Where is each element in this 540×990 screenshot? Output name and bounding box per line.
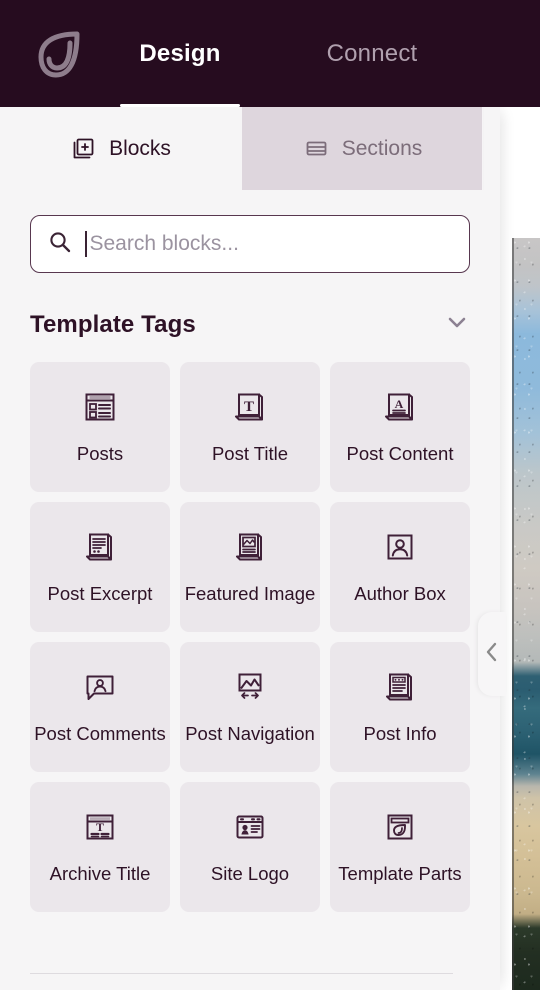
- block-label: Featured Image: [184, 583, 316, 605]
- collapse-panel-handle[interactable]: [478, 612, 506, 696]
- panel-divider: [30, 973, 453, 974]
- template-parts-icon: [383, 810, 417, 849]
- post-content-icon: A: [383, 390, 417, 429]
- search-icon: [47, 229, 73, 260]
- block-card-post-excerpt[interactable]: Post Excerpt: [30, 502, 170, 632]
- search-box[interactable]: [30, 215, 470, 273]
- svg-text:T: T: [96, 820, 104, 834]
- chevron-left-icon: [484, 641, 500, 668]
- block-label: Post Info: [363, 723, 437, 745]
- site-logo-icon: [233, 810, 267, 849]
- block-label: Post Content: [346, 443, 454, 465]
- header-tab-connect-label: Connect: [326, 39, 418, 67]
- header-tab-connect[interactable]: Connect: [302, 0, 442, 107]
- author-box-icon: [383, 530, 417, 569]
- template-tags-title: Template Tags: [30, 310, 196, 338]
- block-card-post-content[interactable]: A Post Content: [330, 362, 470, 492]
- header-nav: Design Connect: [110, 0, 442, 107]
- block-label: Author Box: [354, 583, 446, 605]
- panel-tab-blocks-label: Blocks: [109, 136, 171, 160]
- block-card-site-logo[interactable]: Site Logo: [180, 782, 320, 912]
- beach-photo-preview: [512, 238, 540, 990]
- block-label: Post Navigation: [185, 723, 315, 745]
- panel-tab-sections[interactable]: Sections: [242, 107, 484, 190]
- svg-text:T: T: [244, 399, 254, 415]
- leaf-logo-icon[interactable]: [36, 28, 88, 80]
- preview-photo-edge: [512, 238, 514, 990]
- block-card-featured-image[interactable]: Featured Image: [180, 502, 320, 632]
- panel-tab-sections-label: Sections: [341, 136, 423, 160]
- block-card-post-navigation[interactable]: Post Navigation: [180, 642, 320, 772]
- search-caret: [85, 231, 87, 257]
- block-card-post-comments[interactable]: Post Comments: [30, 642, 170, 772]
- search-input[interactable]: [89, 232, 453, 256]
- block-label: Archive Title: [49, 863, 151, 885]
- featured-image-icon: [233, 530, 267, 569]
- search-row: [0, 190, 500, 273]
- app-header: Design Connect: [0, 0, 540, 107]
- block-card-author-box[interactable]: Author Box: [330, 502, 470, 632]
- archive-title-icon: T: [83, 810, 117, 849]
- blocks-panel: Blocks Sections Search blocks... Templat…: [0, 107, 500, 990]
- post-navigation-icon: [233, 670, 267, 709]
- svg-text:A: A: [395, 397, 404, 411]
- posts-list-icon: [83, 390, 117, 429]
- block-label: Template Parts: [338, 863, 462, 885]
- post-title-icon: T: [233, 390, 267, 429]
- post-excerpt-icon: [83, 530, 117, 569]
- sections-layout-icon: [304, 136, 329, 161]
- post-comments-icon: [83, 670, 117, 709]
- template-tags-group-header[interactable]: Template Tags: [30, 309, 470, 340]
- block-card-post-title[interactable]: T Post Title: [180, 362, 320, 492]
- blocks-grid: Posts T Post Title A Post Content Post E…: [30, 362, 470, 912]
- header-tab-design[interactable]: Design: [110, 0, 250, 107]
- block-card-posts[interactable]: Posts: [30, 362, 170, 492]
- header-tab-design-label: Design: [139, 39, 221, 67]
- add-block-icon: [71, 136, 96, 161]
- block-label: Site Logo: [210, 863, 290, 885]
- block-card-post-info[interactable]: Post Info: [330, 642, 470, 772]
- block-card-archive-title[interactable]: T Archive Title: [30, 782, 170, 912]
- block-card-template-parts[interactable]: Template Parts: [330, 782, 470, 912]
- block-label: Post Excerpt: [47, 583, 153, 605]
- block-label: Post Title: [211, 443, 289, 465]
- panel-tab-strip: Blocks Sections: [0, 107, 484, 190]
- block-label: Post Comments: [34, 723, 166, 745]
- post-info-icon: [383, 670, 417, 709]
- block-label: Posts: [76, 443, 124, 465]
- chevron-down-icon[interactable]: [444, 309, 470, 340]
- panel-tab-blocks[interactable]: Blocks: [0, 107, 242, 190]
